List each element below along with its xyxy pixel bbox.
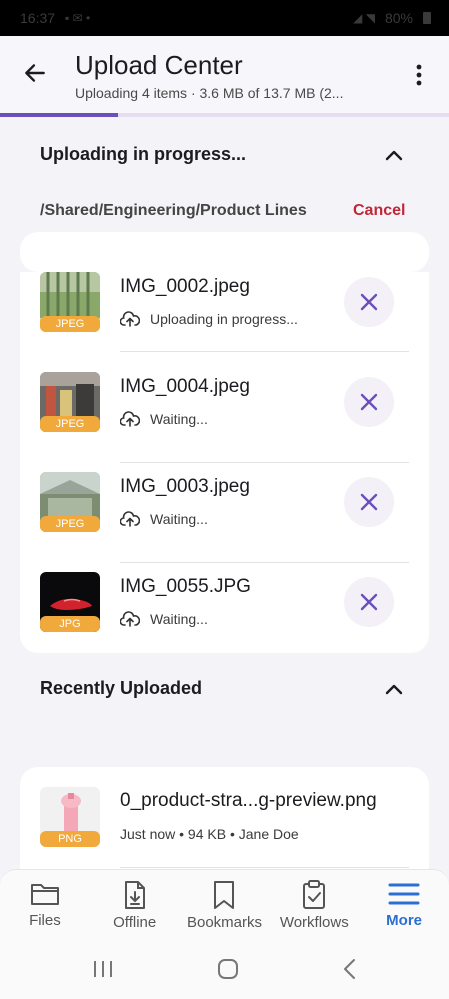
file-name: IMG_0002.jpeg (120, 276, 250, 297)
divider (120, 351, 409, 352)
uploading-section-title: Uploading in progress... (40, 144, 247, 164)
arrow-left-icon (25, 64, 45, 82)
battery-icon (423, 12, 431, 24)
home-button[interactable] (217, 958, 239, 985)
system-navigation-bar (0, 944, 449, 999)
file-status-text: Uploading in progress... (150, 311, 298, 327)
recent-section-header[interactable]: Recently Uploaded (0, 670, 449, 710)
upload-progress-bar (0, 113, 449, 117)
nav-workflows[interactable]: Workflows (269, 870, 359, 944)
signal-icons: ◢ ◥ (353, 11, 375, 25)
recents-button[interactable] (92, 959, 114, 984)
uploading-section-header[interactable]: Uploading in progress... (0, 136, 449, 176)
file-status: Waiting... (120, 511, 208, 527)
close-icon (360, 593, 378, 611)
file-type-badge: JPEG (40, 416, 100, 432)
nav-bookmarks[interactable]: Bookmarks (180, 870, 270, 944)
file-type-badge: PNG (40, 831, 100, 847)
status-bar: 16:37 ▪ ✉ • ◢ ◥ 80% (0, 0, 449, 36)
cancel-upload-button[interactable] (344, 577, 394, 627)
offline-file-icon (124, 881, 145, 909)
close-icon (360, 493, 378, 511)
overflow-menu-button[interactable] (404, 60, 434, 90)
nav-label: Bookmarks (186, 914, 262, 931)
upload-card-header (20, 232, 429, 272)
file-name: IMG_0003.jpeg (120, 476, 250, 497)
collapse-recent-button[interactable] (381, 676, 407, 702)
file-status-text: Waiting... (150, 411, 208, 427)
file-type-badge: JPEG (40, 516, 100, 532)
chevron-left-icon (343, 959, 355, 979)
list-item[interactable]: JPG IMG_0055.JPG Waiting... (20, 562, 429, 653)
back-button[interactable] (20, 58, 50, 88)
notification-icons: ▪ ✉ • (65, 11, 91, 25)
file-name: 0_product-stra...g-preview.png (120, 790, 377, 811)
list-item[interactable]: JPEG IMG_0004.jpeg Waiting... (20, 362, 429, 463)
nav-more[interactable]: More (359, 870, 449, 944)
nav-label: More (386, 912, 422, 929)
collapse-uploading-button[interactable] (381, 142, 407, 168)
cancel-upload-button[interactable] (344, 477, 394, 527)
divider (120, 867, 409, 868)
file-status: Uploading in progress... (120, 311, 298, 327)
page-title: Upload Center (75, 50, 243, 80)
list-item[interactable]: PNG 0_product-stra...g-preview.png Just … (20, 767, 429, 868)
app-bar: Upload Center Uploading 4 items · 3.6 MB… (0, 36, 449, 114)
cancel-upload-button[interactable] (344, 377, 394, 427)
home-icon (217, 959, 238, 979)
file-type-badge: JPEG (40, 316, 100, 332)
cloud-upload-icon (120, 611, 140, 627)
close-icon (360, 393, 378, 411)
upload-progress-fill (0, 113, 119, 117)
more-vertical-icon (416, 64, 422, 86)
cloud-upload-icon (120, 411, 140, 427)
cancel-upload-button[interactable] (344, 277, 394, 327)
bottom-navigation: Files Offline Bookmarks Workflows More (0, 869, 449, 944)
file-name: IMG_0004.jpeg (120, 376, 250, 397)
file-status-text: Waiting... (150, 511, 208, 527)
nav-label: Offline (113, 914, 157, 931)
folder-icon (30, 884, 59, 905)
cloud-upload-icon (120, 511, 140, 527)
file-status: Waiting... (120, 611, 208, 627)
recent-section-title: Recently Uploaded (40, 678, 203, 698)
system-back-button[interactable] (342, 958, 358, 985)
chevron-up-icon (385, 150, 403, 161)
hamburger-menu-icon (388, 883, 420, 905)
file-meta: Just now • 94 KB • Jane Doe (120, 826, 299, 842)
close-icon (360, 293, 378, 311)
clipboard-check-icon (303, 880, 326, 909)
cloud-upload-icon (120, 311, 140, 327)
status-time: 16:37 (20, 10, 56, 26)
upload-destination-row: /Shared/Engineering/Product Lines Cancel (0, 198, 449, 226)
nav-label: Files (29, 912, 61, 929)
recents-icon (93, 961, 112, 977)
list-item[interactable]: JPEG IMG_0003.jpeg Waiting... (20, 462, 429, 563)
destination-path: /Shared/Engineering/Product Lines (40, 202, 307, 219)
upload-summary: Uploading 4 items · 3.6 MB of 13.7 MB (2… (75, 85, 344, 101)
chevron-up-icon (385, 684, 403, 695)
file-status-text: Waiting... (150, 611, 208, 627)
bookmark-icon (214, 881, 235, 909)
cancel-all-button[interactable]: Cancel (353, 202, 405, 220)
file-name: IMG_0055.JPG (120, 576, 251, 597)
list-item[interactable]: JPEG IMG_0002.jpeg Uploading in progress… (20, 272, 429, 362)
file-status: Waiting... (120, 411, 208, 427)
nav-files[interactable]: Files (0, 870, 90, 944)
nav-offline[interactable]: Offline (90, 870, 180, 944)
uploading-list: JPEG IMG_0002.jpeg Uploading in progress… (20, 272, 429, 653)
nav-label: Workflows (279, 914, 349, 931)
battery-level: 80% (384, 10, 413, 26)
file-type-badge: JPG (40, 616, 100, 632)
